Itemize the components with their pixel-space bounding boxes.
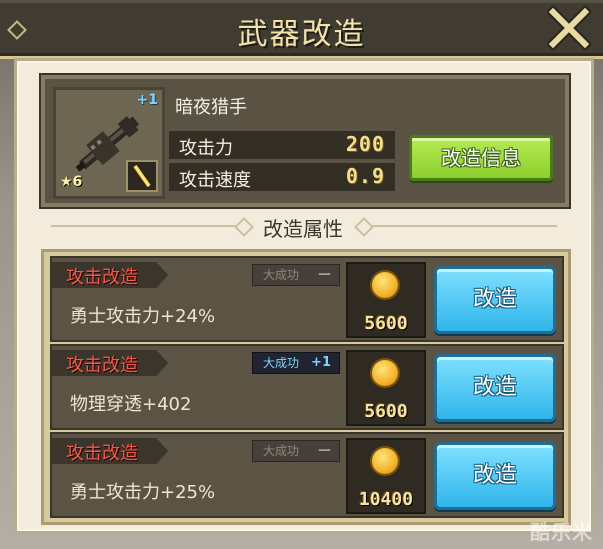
gold-coin-icon — [372, 360, 398, 386]
watermark: 酷乐米 — [530, 520, 593, 544]
weapon-type-badge — [126, 160, 158, 192]
upgrade-button[interactable]: 改造 — [434, 266, 556, 334]
upgrade-list: 攻击改造 勇士攻击力+24% 大成功 — 5600 改造 攻击改造 物理穿透+4… — [41, 249, 571, 525]
upgrade-button[interactable]: 改造 — [434, 354, 556, 422]
upgrade-effect: 物理穿透+402 — [70, 394, 192, 415]
upgrade-type-tag: 攻击改造 — [52, 438, 168, 464]
upgrade-info-button[interactable]: 改造信息 — [409, 135, 553, 181]
upgrade-effect: 勇士攻击力+24% — [70, 306, 216, 327]
stat-label: 攻击力 — [179, 138, 233, 159]
upgrade-button[interactable]: 改造 — [434, 442, 556, 510]
title-bar: 武器改造 — [0, 0, 603, 59]
gold-coin-icon — [372, 272, 398, 298]
crit-success-badge: 大成功 — — [252, 440, 340, 462]
cost-value: 10400 — [358, 489, 414, 510]
cost-box: 10400 — [346, 438, 426, 514]
close-x-icon — [545, 4, 593, 52]
upgrade-type-tag: 攻击改造 — [52, 350, 168, 376]
crit-success-badge: 大成功 — — [252, 264, 340, 286]
upgrade-row: 攻击改造 勇士攻击力+25% 大成功 — 10400 改造 — [50, 432, 564, 518]
stat-value: 200 — [345, 132, 385, 156]
weapon-star-rating: ★6 — [60, 174, 83, 190]
weapon-slot[interactable]: +1 ★6 — [53, 87, 165, 199]
cost-value: 5600 — [364, 313, 408, 334]
weapon-name: 暗夜猎手 — [175, 97, 247, 118]
cost-box: 5600 — [346, 262, 426, 338]
stat-row-attack-speed: 攻击速度 0.9 — [169, 163, 395, 191]
blade-icon — [133, 164, 151, 188]
weapon-card: +1 ★6 暗夜猎手 攻击力 200 攻击速度 0.9 改造信息 — [41, 75, 569, 207]
upgrade-row: 攻击改造 勇士攻击力+24% 大成功 — 5600 改造 — [50, 256, 564, 342]
stat-row-attack: 攻击力 200 — [169, 131, 395, 159]
divider — [373, 225, 557, 227]
cost-box: 5600 — [346, 350, 426, 426]
section-header: 改造属性 — [41, 211, 565, 241]
section-title: 改造属性 — [263, 217, 343, 241]
window-title: 武器改造 — [237, 17, 366, 52]
upgrade-row: 攻击改造 物理穿透+402 大成功 +1 5600 改造 — [50, 344, 564, 430]
weapon-plus-level: +1 — [136, 92, 158, 108]
cost-value: 5600 — [364, 401, 408, 422]
stat-value: 0.9 — [345, 164, 385, 188]
upgrade-effect: 勇士攻击力+25% — [70, 482, 216, 503]
gold-coin-icon — [372, 448, 398, 474]
weapon-upgrade-panel: +1 ★6 暗夜猎手 攻击力 200 攻击速度 0.9 改造信息 改造属性 攻击… — [14, 58, 594, 534]
upgrade-type-tag: 攻击改造 — [52, 262, 168, 288]
stat-label: 攻击速度 — [179, 170, 251, 191]
close-button[interactable] — [545, 4, 593, 52]
crit-success-badge: 大成功 +1 — [252, 352, 340, 374]
